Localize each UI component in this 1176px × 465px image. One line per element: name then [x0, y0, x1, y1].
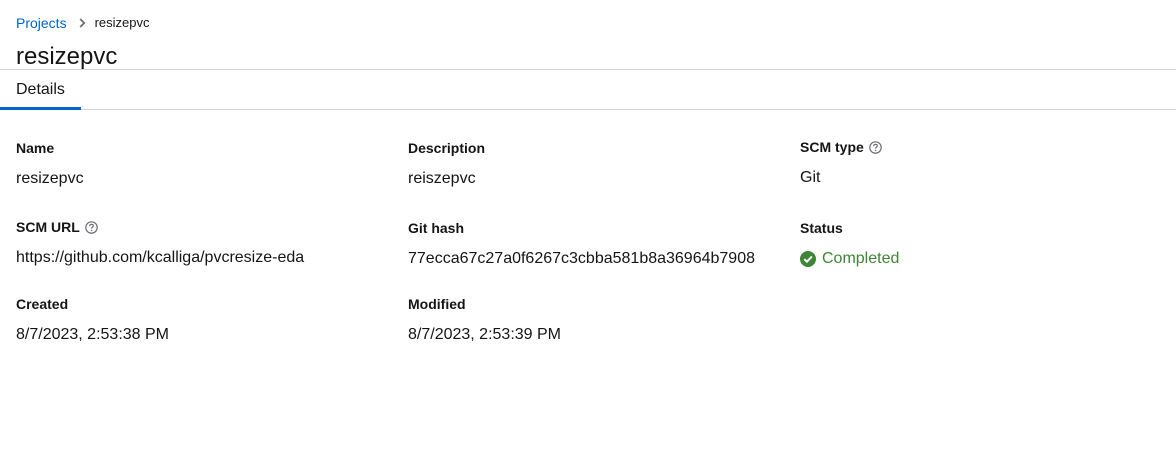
field-value: resizepvc: [16, 170, 84, 187]
field-git-hash: Git hash 77ecca67c27a0f6267c3cbba581b8a3…: [408, 220, 755, 269]
field-label: Name: [16, 140, 55, 156]
field-value: 77ecca67c27a0f6267c3cbba581b8a36964b7908: [408, 250, 755, 267]
field-value: reiszepvc: [408, 170, 476, 187]
field-label: SCM URL: [16, 219, 80, 235]
field-value: Git: [800, 169, 821, 186]
tab-list: Details: [0, 70, 1176, 110]
field-label: Description: [408, 140, 486, 156]
field-modified: Modified 8/7/2023, 2:53:39 PM: [408, 296, 561, 345]
field-label: Created: [16, 296, 69, 312]
field-label-row: SCM URL: [16, 219, 304, 235]
question-circle-icon[interactable]: [868, 140, 882, 154]
page-title: resizepvc: [16, 43, 118, 70]
field-scm-url: SCM URL https://github.com/kcalliga/pvcr…: [16, 219, 304, 268]
field-label: Modified: [408, 296, 466, 312]
chevron-right-icon: [79, 18, 86, 28]
breadcrumb-current: resizepvc: [94, 15, 150, 30]
status-text: Completed: [822, 250, 900, 267]
field-description: Description reiszepvc: [408, 140, 485, 189]
tab-details[interactable]: Details: [0, 70, 81, 110]
field-scm-type: SCM type Git: [800, 139, 882, 188]
page-header: Projects resizepvc resizepvc: [0, 0, 1176, 70]
field-value: 8/7/2023, 2:53:38 PM: [16, 326, 169, 343]
field-value: 8/7/2023, 2:53:39 PM: [408, 326, 561, 343]
field-label: SCM type: [800, 139, 864, 155]
field-label: Git hash: [408, 220, 465, 236]
question-circle-icon[interactable]: [84, 220, 98, 234]
breadcrumb: Projects resizepvc: [16, 15, 1160, 31]
field-name: Name resizepvc: [16, 140, 84, 189]
breadcrumb-projects-link[interactable]: Projects: [16, 15, 67, 31]
field-label-row: SCM type: [800, 139, 882, 155]
check-circle-icon: [800, 251, 822, 267]
field-created: Created 8/7/2023, 2:53:38 PM: [16, 296, 169, 345]
field-value: https://github.com/kcalliga/pvcresize-ed…: [16, 249, 305, 266]
status-indicator: Completed: [800, 249, 899, 269]
field-label: Status: [800, 220, 843, 236]
field-status: Status Completed: [800, 220, 899, 269]
